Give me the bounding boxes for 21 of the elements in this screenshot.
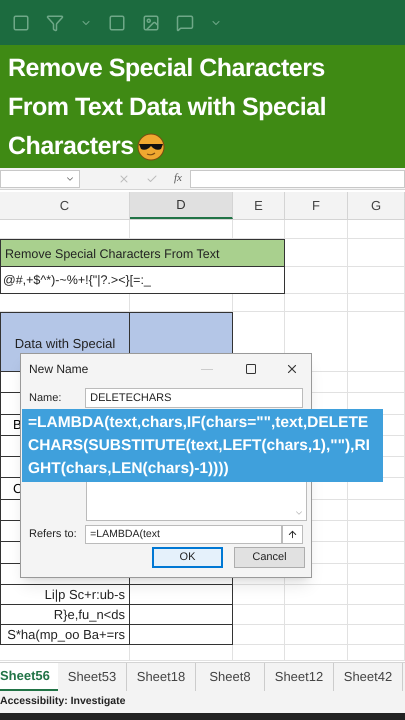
refers-field[interactable]: =LAMBDA(text	[85, 525, 282, 544]
table-cell: R}e,fu_n<ds	[0, 604, 130, 625]
formula-caption-tooltip: =LAMBDA(text,chars,IF(chars="",text,DELETECHARS(SUBSTITUTE(text,LEFT(chars,1),""),RIGHT(chars,LEN(chars)-1))))	[22, 409, 383, 482]
banner-text: Characters	[8, 131, 134, 162]
title-cell: Remove Special Characters From Text	[0, 239, 285, 267]
column-header[interactable]: F	[285, 192, 348, 219]
banner-text: Remove Special Characters	[8, 53, 325, 84]
banner-text: From Text Data with Special	[8, 92, 326, 123]
column-header[interactable]: D	[130, 192, 233, 219]
function-button[interactable]: fx	[174, 170, 182, 187]
sheet-tab[interactable]: Sheet56	[0, 662, 58, 691]
column-header[interactable]: G	[348, 192, 405, 219]
dialog-button[interactable]: Cancel	[234, 547, 305, 568]
name-field[interactable]: DELETECHARS	[85, 388, 303, 408]
table-cell: S*ha(mp_oo Ba+=rs	[0, 624, 130, 645]
field-label: Refers to:	[29, 527, 78, 542]
column-header[interactable]: E	[233, 192, 285, 219]
dialog-button[interactable]: OK	[152, 547, 223, 568]
field-label: Name:	[29, 390, 62, 406]
table-cell: Li|p Sc+r:ub-s	[0, 584, 130, 605]
table-cell: @#,+$^*)-~%+!{"|?.><}[=:_	[0, 267, 285, 294]
